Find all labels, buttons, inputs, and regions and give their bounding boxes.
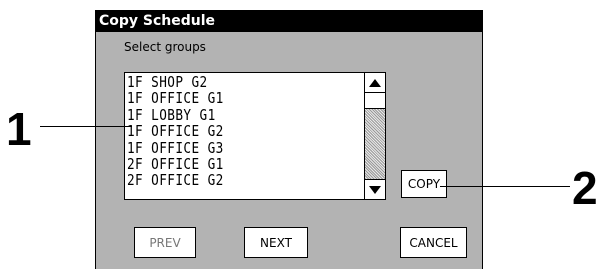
scroll-down-button[interactable] [365, 179, 385, 199]
cancel-button[interactable]: CANCEL [400, 227, 467, 258]
callout-1-number: 1 [6, 103, 32, 155]
group-listbox[interactable]: 1F SHOP G2 1F OFFICE G1 1F LOBBY G1 1F OFFI… [124, 72, 386, 200]
prev-button[interactable]: PREV [134, 227, 196, 258]
group-list-item[interactable]: 2F OFFICE G2 [127, 172, 224, 189]
group-list-item[interactable]: 1F OFFICE G2 [127, 123, 224, 140]
copy-schedule-dialog: Copy Schedule Select groups 1F SHOP G2 1F… [95, 10, 483, 269]
triangle-up-icon [369, 78, 381, 87]
callout-2-number: 2 [572, 162, 598, 214]
scroll-thumb[interactable] [365, 93, 385, 109]
dialog-title: Copy Schedule [96, 10, 482, 32]
select-groups-label: Select groups [124, 40, 206, 54]
group-list-item[interactable]: 2F OFFICE G1 [127, 156, 224, 173]
group-list-item[interactable]: 1F OFFICE G1 [127, 90, 224, 107]
triangle-down-icon [369, 185, 381, 194]
copy-button[interactable]: COPY [401, 170, 447, 198]
group-list: 1F SHOP G2 1F OFFICE G1 1F LOBBY G1 1F OFFI… [127, 74, 224, 189]
listbox-scrollbar[interactable] [364, 73, 385, 199]
callout-2-line [440, 186, 570, 187]
callout-1-line [40, 126, 132, 127]
group-list-item[interactable]: 1F OFFICE G3 [127, 139, 224, 156]
scroll-up-button[interactable] [365, 73, 385, 93]
group-list-item[interactable]: 1F LOBBY G1 [127, 106, 224, 123]
group-list-item[interactable]: 1F SHOP G2 [127, 74, 224, 91]
next-button[interactable]: NEXT [244, 227, 308, 258]
